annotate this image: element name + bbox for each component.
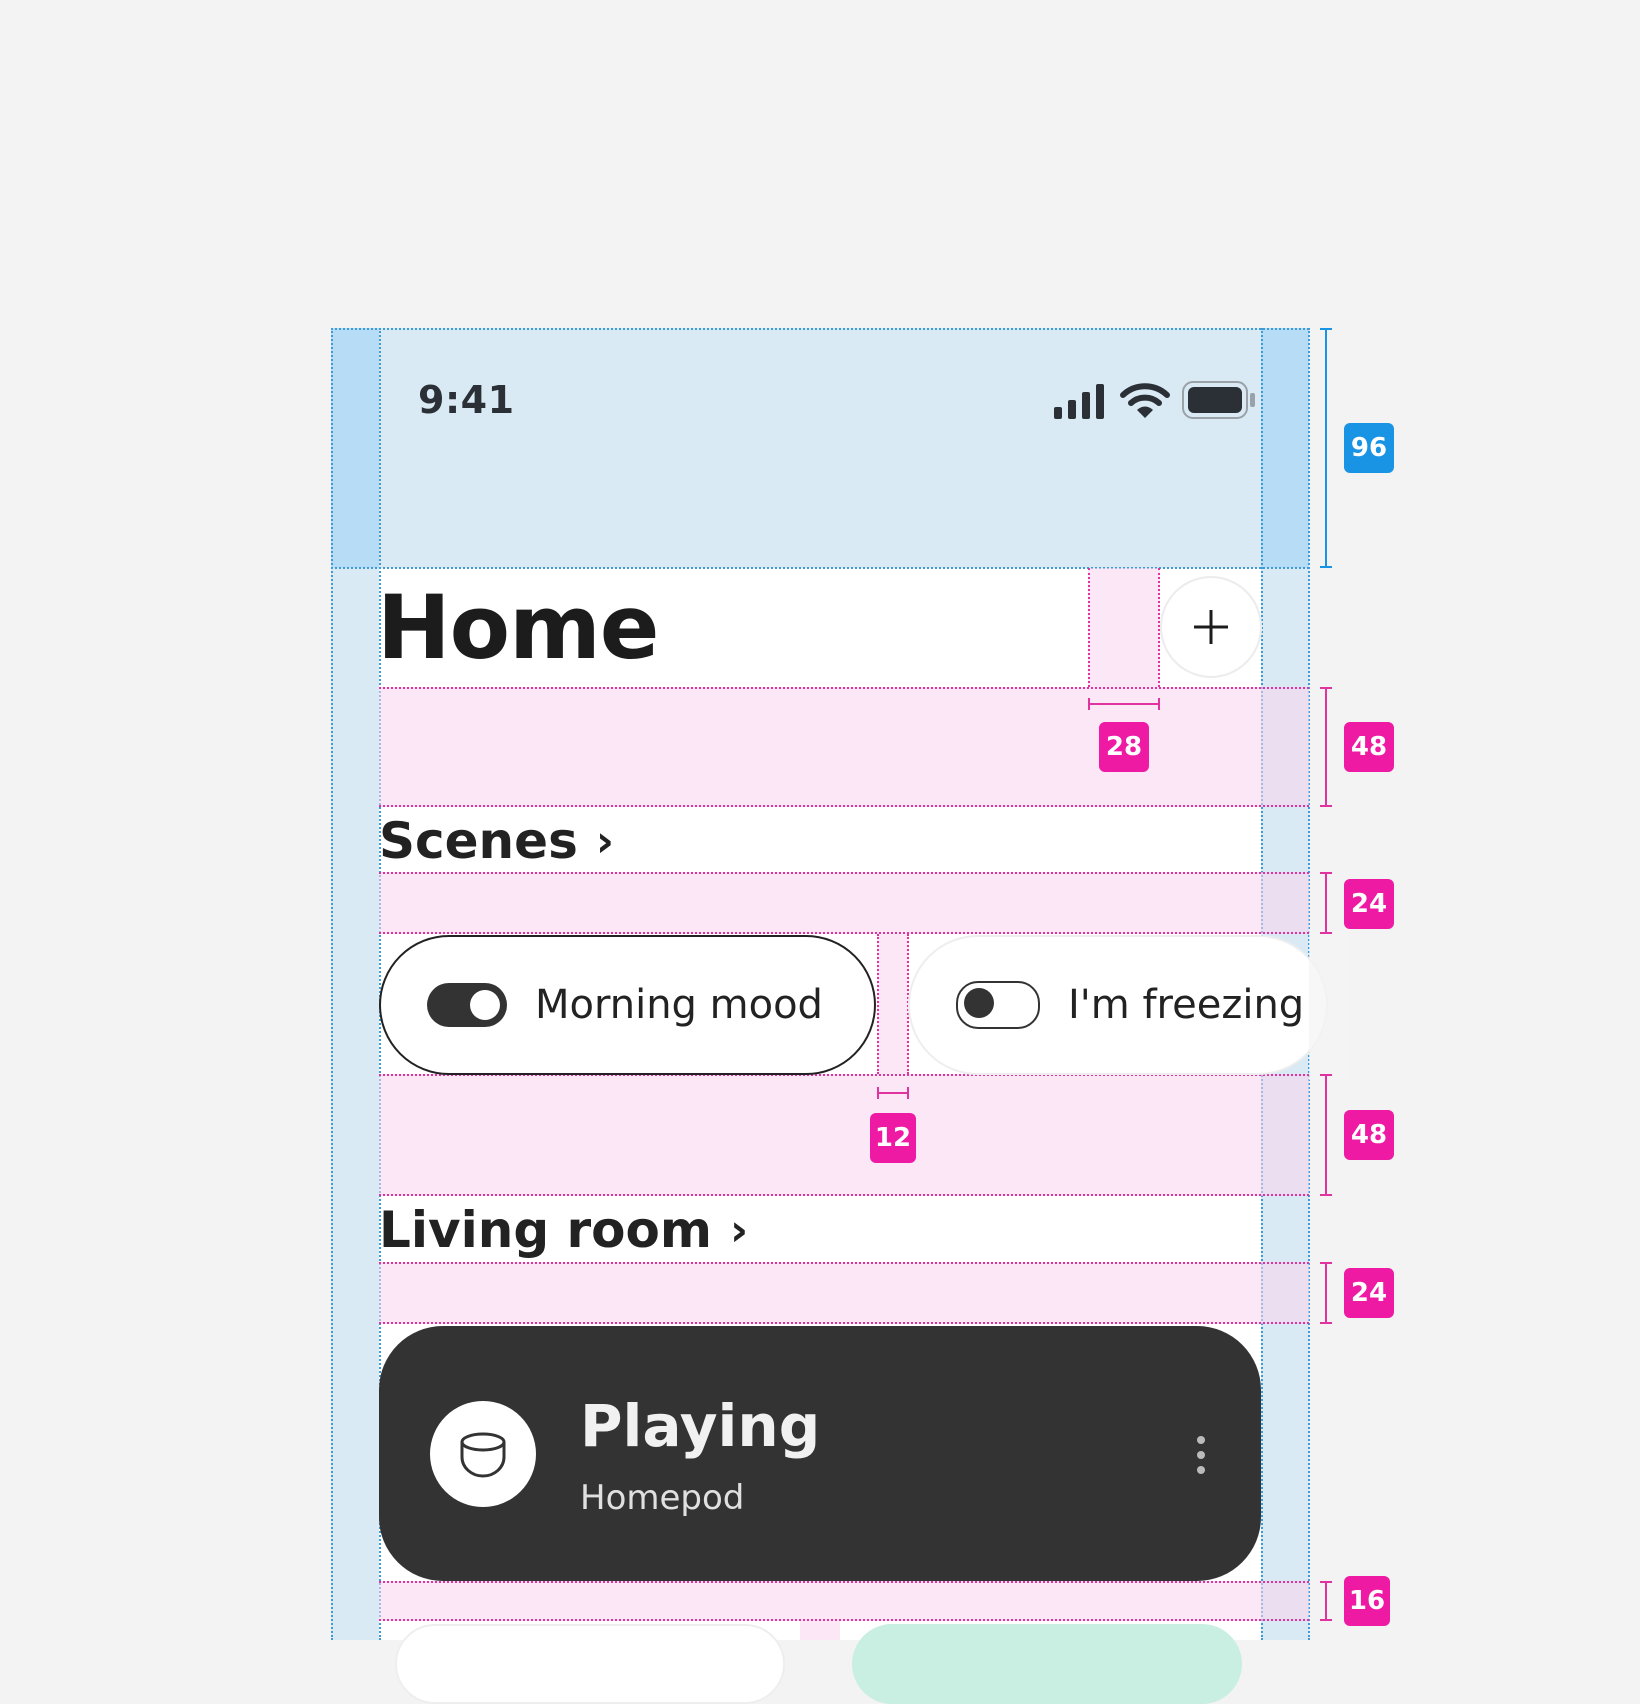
spacing-band-button	[1088, 568, 1160, 687]
measure-bracket	[1088, 698, 1160, 710]
living-room-title: Living room	[379, 1201, 712, 1259]
homepod-icon	[430, 1401, 536, 1507]
measure-bracket	[1320, 1262, 1332, 1324]
guide-top	[331, 328, 1309, 330]
add-button[interactable]	[1160, 576, 1262, 678]
measure-bracket	[1320, 1074, 1332, 1196]
plus-icon	[1192, 596, 1230, 659]
measure-bracket	[1320, 1581, 1332, 1621]
more-options-icon[interactable]	[1191, 1436, 1211, 1476]
scene-label: Morning mood	[535, 982, 823, 1028]
scene-chip-im-freezing[interactable]: I'm freezing	[908, 935, 1328, 1075]
guide-outer-left	[331, 328, 333, 1640]
spacing-band-chip-gap	[877, 934, 909, 1074]
status-bar-overlay	[331, 328, 1309, 568]
spacing-band-card	[379, 1581, 1309, 1621]
device-name: Homepod	[580, 1478, 745, 1518]
measure-badge-button-gap: 28	[1099, 722, 1149, 772]
measure-badge-chip-gap: 12	[870, 1113, 916, 1163]
device-card-partial-left[interactable]	[395, 1624, 785, 1704]
spacing-band-title	[379, 687, 1309, 807]
scene-toggle-off[interactable]	[956, 981, 1040, 1029]
measure-bracket	[1320, 328, 1332, 568]
measure-badge-living-gap: 24	[1344, 1268, 1394, 1318]
measure-badge-scenes-gap: 24	[1344, 879, 1394, 929]
toggle-knob	[470, 990, 500, 1020]
status-time: 9:41	[418, 378, 515, 422]
chevron-right-icon: ›	[595, 815, 614, 867]
living-room-header-link[interactable]: Living room ›	[379, 1201, 748, 1259]
spacing-band-card-gap	[800, 1621, 840, 1640]
right-edge-fade	[1309, 930, 1349, 1080]
scene-label: I'm freezing	[1068, 982, 1305, 1028]
toggle-knob	[964, 988, 994, 1018]
measure-bracket	[877, 1087, 909, 1099]
scenes-header-link[interactable]: Scenes ›	[379, 812, 614, 870]
scene-chip-morning-mood[interactable]: Morning mood	[379, 935, 876, 1075]
measure-bracket	[1320, 687, 1332, 807]
wifi-icon	[1120, 381, 1170, 421]
chevron-right-icon: ›	[729, 1204, 749, 1256]
battery-icon	[1182, 381, 1256, 419]
scenes-title: Scenes	[379, 812, 578, 870]
device-status: Playing	[580, 1392, 821, 1460]
measure-badge-section-gap: 48	[1344, 1110, 1394, 1160]
measure-badge-title-gap: 48	[1344, 722, 1394, 772]
spacing-band-scenes	[379, 872, 1309, 934]
signal-icon	[1054, 383, 1106, 419]
status-left-margin	[331, 328, 379, 568]
measure-bracket	[1320, 872, 1332, 934]
measure-badge-card-gap: 16	[1344, 1576, 1390, 1626]
guide-status-bottom	[331, 567, 1309, 569]
spacing-band-living	[379, 1262, 1309, 1324]
spacing-band-chips	[379, 1074, 1309, 1196]
measure-badge-status: 96	[1344, 423, 1394, 473]
page-title: Home	[377, 576, 659, 679]
status-right-margin	[1261, 328, 1309, 568]
device-card-homepod[interactable]: Playing Homepod	[379, 1326, 1261, 1581]
device-card-partial-right[interactable]	[852, 1624, 1242, 1704]
scene-toggle-on[interactable]	[427, 983, 507, 1027]
